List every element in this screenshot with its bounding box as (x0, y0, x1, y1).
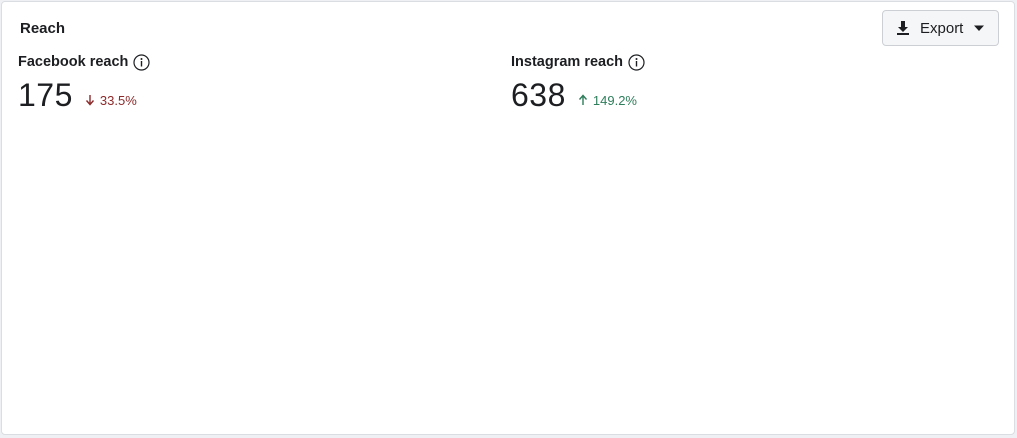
instagram-reach-change: 149.2% (578, 93, 637, 108)
facebook-reach-change-value: 33.5% (99, 92, 137, 108)
info-icon[interactable] (628, 53, 645, 71)
facebook-reach-change: 33.5% (85, 93, 137, 108)
instagram-reach-value: 638 (511, 77, 566, 113)
download-icon (895, 20, 911, 36)
facebook-reach-value: 175 (18, 77, 73, 113)
instagram-reach-label: Instagram reach (511, 54, 624, 70)
facebook-reach-label: Facebook reach (18, 54, 129, 70)
caret-down-icon (973, 22, 985, 34)
export-label: Export (920, 19, 964, 37)
reach-card: Reach Export (1, 1, 1015, 435)
facebook-reach-panel: Facebook reach 175 33.5% (18, 50, 151, 114)
arrow-up-icon (578, 94, 587, 105)
export-button[interactable]: Export (882, 10, 999, 46)
instagram-reach-panel: Instagram reach 638 149.2% (511, 50, 645, 114)
info-icon[interactable] (133, 53, 151, 71)
instagram-reach-change-value: 149.2% (592, 92, 637, 108)
arrow-down-icon (85, 95, 94, 106)
card-title: Reach (20, 20, 66, 37)
